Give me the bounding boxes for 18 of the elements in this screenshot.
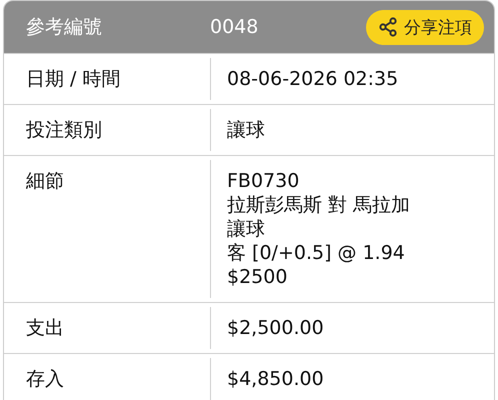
header-label: 參考編號 bbox=[26, 15, 103, 40]
field-value: 讓球 bbox=[227, 118, 265, 142]
share-button[interactable]: 分享注項 bbox=[366, 10, 484, 44]
field-value: FB0730 bbox=[227, 169, 300, 193]
field-value: 讓球 bbox=[227, 217, 266, 241]
field-value: $4,850.00 bbox=[227, 367, 324, 391]
field-value: $2,500.00 bbox=[227, 316, 324, 340]
field-value: 08-06-2026 02:35 bbox=[227, 67, 398, 91]
field-value: $2500 bbox=[227, 265, 288, 289]
field-label: 存入 bbox=[26, 368, 64, 390]
field-value: 客 [0/+0.5] @ 1.94 bbox=[227, 241, 406, 265]
field-label: 細節 bbox=[26, 170, 64, 192]
field-label: 日期 / 時間 bbox=[26, 68, 120, 90]
share-icon bbox=[378, 17, 398, 37]
reference-number: 0048 bbox=[210, 16, 260, 38]
field-label: 投注類別 bbox=[26, 119, 102, 141]
field-value: 拉斯彭馬斯 對 馬拉加 bbox=[227, 193, 410, 217]
field-label: 支出 bbox=[26, 317, 64, 339]
